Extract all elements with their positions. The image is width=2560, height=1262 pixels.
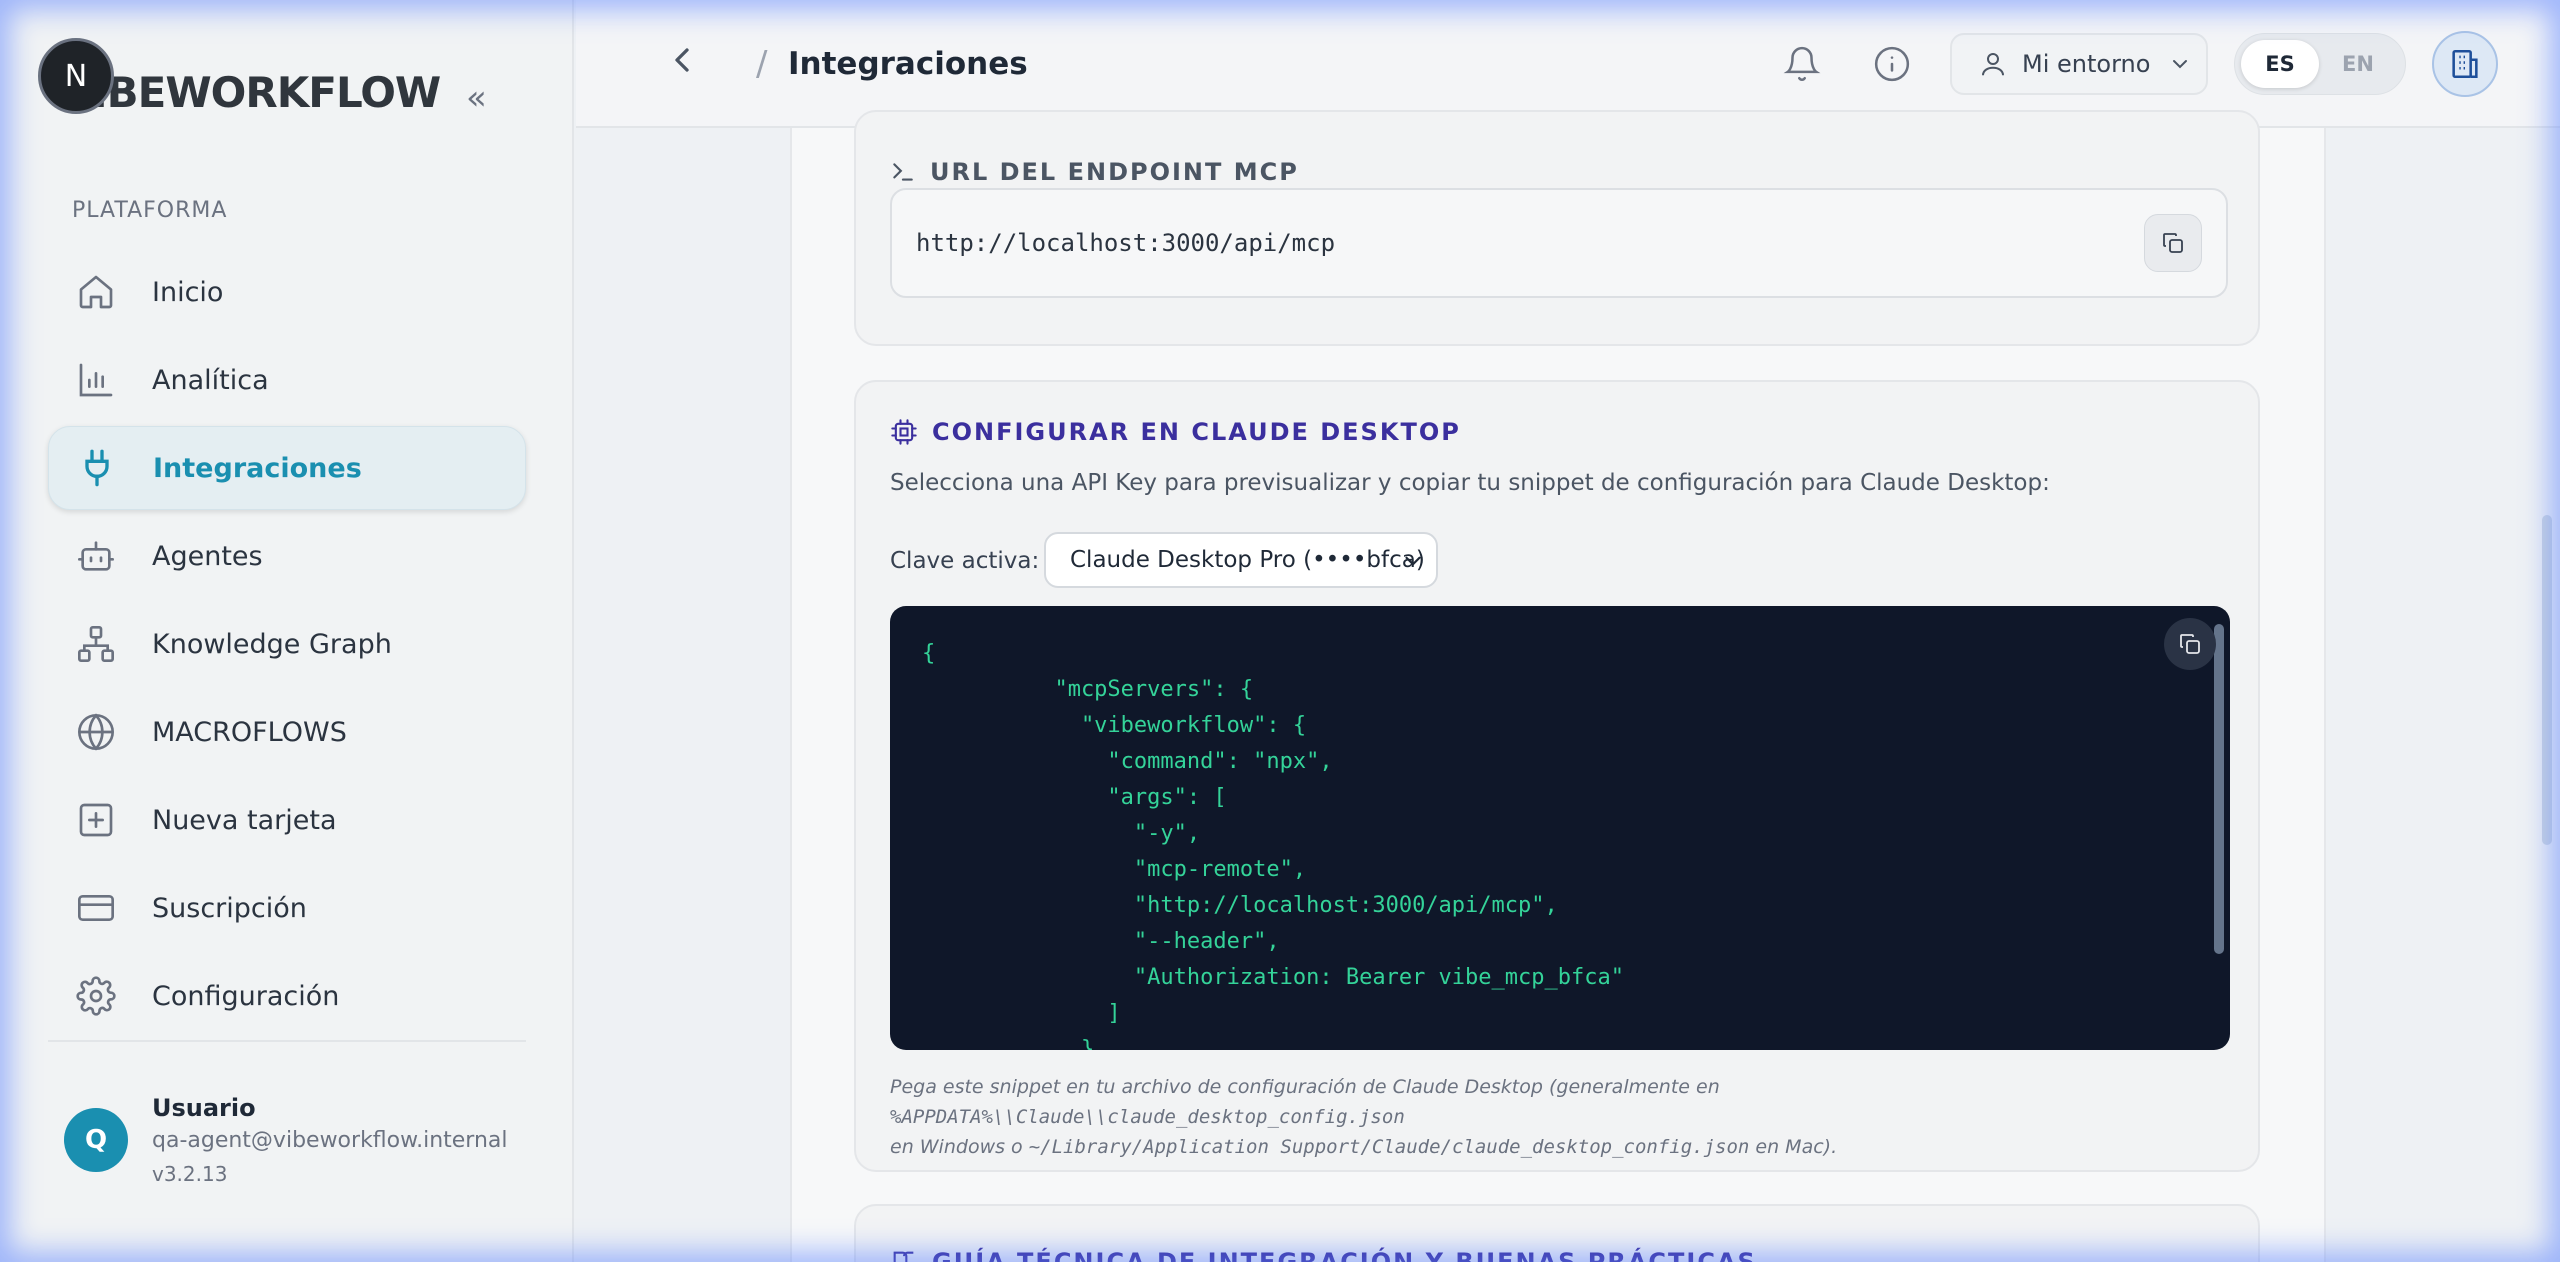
sidebar-item-label: MACROFLOWS bbox=[152, 716, 347, 748]
active-key-select[interactable]: Claude Desktop Pro (••••bfca) bbox=[1044, 532, 1438, 588]
copy-url-button[interactable] bbox=[2144, 214, 2202, 272]
info-icon bbox=[1874, 46, 1910, 82]
bot-icon bbox=[76, 536, 116, 576]
logo-badge[interactable]: N bbox=[38, 38, 114, 114]
endpoint-url-field[interactable]: http://localhost:3000/api/mcp bbox=[890, 188, 2228, 298]
sidebar-item-macroflows[interactable]: MACROFLOWS bbox=[48, 690, 526, 774]
sidebar-item-analitica[interactable]: Analítica bbox=[48, 338, 526, 422]
collapse-sidebar-button[interactable]: « bbox=[466, 78, 487, 118]
sidebar-nav: Inicio Analítica Integraciones Agentes K… bbox=[48, 250, 526, 1042]
notifications-button[interactable] bbox=[1780, 42, 1824, 86]
active-key-label: Clave activa: bbox=[890, 548, 1040, 574]
sidebar-item-agentes[interactable]: Agentes bbox=[48, 514, 526, 598]
app-version: v3.2.13 bbox=[152, 1162, 228, 1186]
user-name: Usuario bbox=[152, 1094, 256, 1122]
sidebar-item-label: Analítica bbox=[152, 364, 269, 396]
organization-button[interactable] bbox=[2432, 31, 2498, 97]
sidebar-item-inicio[interactable]: Inicio bbox=[48, 250, 526, 334]
info-button[interactable] bbox=[1870, 42, 1914, 86]
copy-icon bbox=[2163, 233, 2183, 253]
user-email: qa-agent@vibeworkflow.internal bbox=[152, 1128, 508, 1153]
home-icon bbox=[76, 272, 116, 312]
language-es-button[interactable]: ES bbox=[2241, 40, 2319, 88]
sidebar-divider bbox=[48, 1040, 526, 1042]
claude-card-title: CONFIGURAR EN CLAUDE DESKTOP bbox=[890, 418, 1461, 446]
section-label: PLATAFORMA bbox=[72, 198, 228, 223]
breadcrumb-separator: / bbox=[756, 44, 768, 84]
credit-card-icon bbox=[76, 888, 116, 928]
sidebar-item-knowledge-graph[interactable]: Knowledge Graph bbox=[48, 602, 526, 686]
sidebar-item-label: Nueva tarjeta bbox=[152, 804, 337, 836]
plus-square-icon bbox=[76, 800, 116, 840]
guide-card-title-text: GUÍA TÉCNICA DE INTEGRACIÓN Y BUENAS PRÁ… bbox=[932, 1248, 1757, 1262]
page-title: Integraciones bbox=[788, 46, 1028, 82]
chevron-down-icon bbox=[1405, 556, 1421, 566]
sidebar: N IBEWORKFLOW « PLATAFORMA Inicio Analít… bbox=[0, 0, 574, 1262]
sidebar-item-nueva-tarjeta[interactable]: Nueva tarjeta bbox=[48, 778, 526, 862]
integration-guide-card: GUÍA TÉCNICA DE INTEGRACIÓN Y BUENAS PRÁ… bbox=[854, 1204, 2260, 1262]
avatar[interactable]: Q bbox=[64, 1108, 128, 1172]
language-toggle: ES EN bbox=[2234, 33, 2406, 95]
endpoint-card-title-text: URL DEL ENDPOINT MCP bbox=[930, 158, 1299, 186]
claude-card-description: Selecciona una API Key para previsualiza… bbox=[890, 470, 2050, 496]
plug-icon bbox=[77, 448, 117, 488]
claude-desktop-card: CONFIGURAR EN CLAUDE DESKTOP Selecciona … bbox=[854, 380, 2260, 1172]
config-snippet-code: { "mcpServers": { "vibeworkflow": { "com… bbox=[922, 641, 1624, 1050]
bar-chart-icon bbox=[76, 360, 116, 400]
app-logo-text: IBEWORKFLOW bbox=[92, 68, 441, 117]
book-icon bbox=[890, 1248, 918, 1262]
user-icon bbox=[1982, 53, 2004, 76]
chevron-left-icon bbox=[675, 48, 689, 72]
guide-card-title: GUÍA TÉCNICA DE INTEGRACIÓN Y BUENAS PRÁ… bbox=[890, 1248, 1757, 1262]
language-en-button[interactable]: EN bbox=[2319, 40, 2397, 88]
snippet-scrollbar[interactable] bbox=[2214, 624, 2224, 954]
top-header: / Integraciones Mi entorno ES EN bbox=[576, 0, 2560, 128]
cpu-icon bbox=[890, 418, 918, 446]
environment-label: Mi entorno bbox=[2022, 50, 2151, 78]
globe-icon bbox=[76, 712, 116, 752]
endpoint-card-title: URL DEL ENDPOINT MCP bbox=[890, 158, 1299, 186]
sidebar-item-integraciones[interactable]: Integraciones bbox=[48, 426, 526, 510]
sidebar-item-label: Knowledge Graph bbox=[152, 628, 392, 660]
building-icon bbox=[2452, 49, 2478, 79]
copy-snippet-button[interactable] bbox=[2164, 618, 2216, 670]
mcp-endpoint-card: URL DEL ENDPOINT MCP http://localhost:30… bbox=[854, 110, 2260, 346]
environment-selector[interactable]: Mi entorno bbox=[1950, 33, 2208, 95]
sidebar-item-configuracion[interactable]: Configuración bbox=[48, 954, 526, 1038]
sidebar-item-suscripcion[interactable]: Suscripción bbox=[48, 866, 526, 950]
sidebar-item-label: Integraciones bbox=[153, 452, 362, 484]
hint-windows-path: %APPDATA%\\Claude\\claude_desktop_config… bbox=[890, 1106, 1405, 1128]
active-key-value: Claude Desktop Pro (••••bfca) bbox=[1070, 547, 1425, 573]
terminal-icon bbox=[890, 159, 916, 185]
chevron-down-icon bbox=[2173, 60, 2188, 69]
hint-mac-path: ~/Library/Application Support/Claude/cla… bbox=[1028, 1136, 1750, 1158]
hint-text: en Mac). bbox=[1749, 1136, 1838, 1158]
hint-text: Pega este snippet en tu archivo de confi… bbox=[890, 1076, 1720, 1098]
gear-icon bbox=[76, 976, 116, 1016]
config-hint: Pega este snippet en tu archivo de confi… bbox=[890, 1072, 2230, 1162]
bell-icon bbox=[1783, 46, 1821, 81]
sidebar-item-label: Inicio bbox=[152, 276, 224, 308]
endpoint-url-text: http://localhost:3000/api/mcp bbox=[916, 229, 1336, 257]
copy-icon bbox=[2180, 634, 2200, 654]
back-button[interactable] bbox=[662, 40, 702, 90]
sidebar-item-label: Configuración bbox=[152, 980, 340, 1012]
sidebar-item-label: Agentes bbox=[152, 540, 263, 572]
network-icon bbox=[76, 624, 116, 664]
claude-card-title-text: CONFIGURAR EN CLAUDE DESKTOP bbox=[932, 418, 1461, 446]
sidebar-item-label: Suscripción bbox=[152, 892, 307, 924]
config-snippet[interactable]: { "mcpServers": { "vibeworkflow": { "com… bbox=[890, 606, 2230, 1050]
page-scrollbar[interactable] bbox=[2542, 515, 2552, 845]
hint-text: en Windows o bbox=[890, 1136, 1029, 1158]
